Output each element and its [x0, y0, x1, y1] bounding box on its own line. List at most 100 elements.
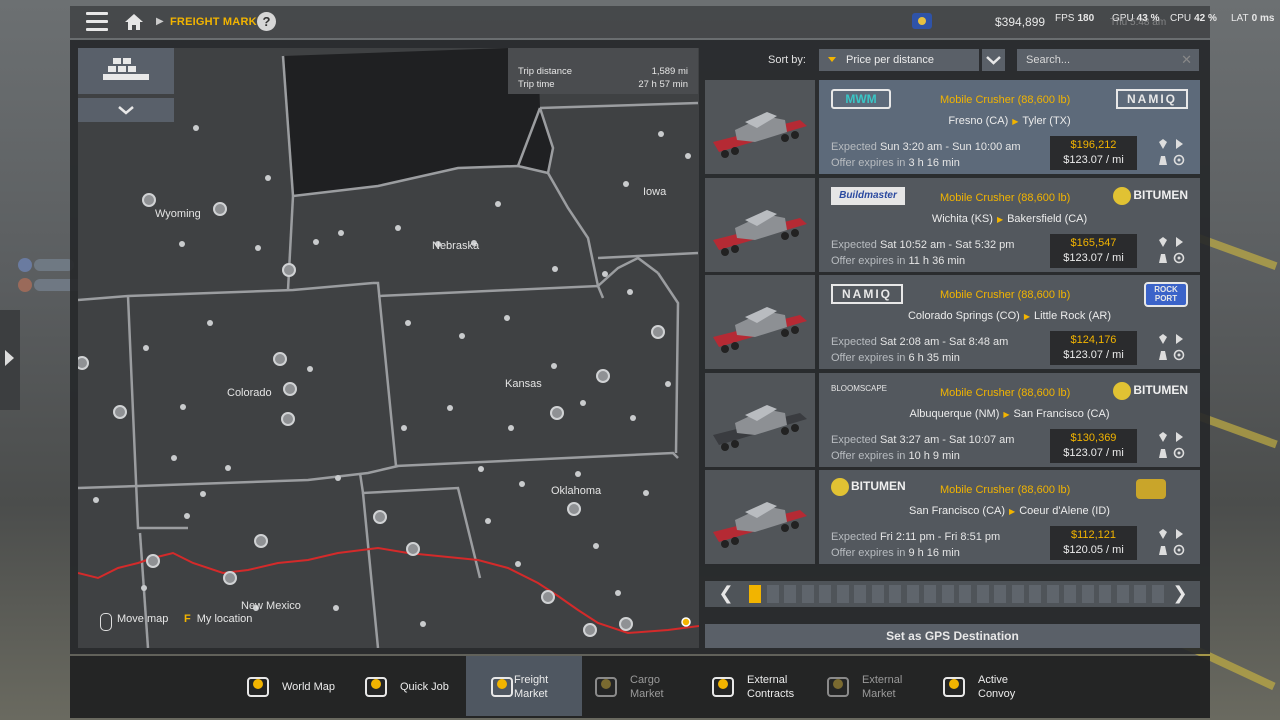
logo-text: BITUMEN — [1133, 188, 1188, 203]
page-indicator[interactable] — [889, 585, 901, 603]
offer-expiry-label: Offer expires in — [831, 352, 906, 364]
cpu-label: CPU — [1170, 13, 1192, 24]
route-label: Fresno (CA) ▶ Tyler (TX) — [819, 115, 1200, 127]
expected-value: Sun 3:20 am - Sun 10:00 am — [879, 141, 1021, 153]
page-indicator[interactable] — [994, 585, 1006, 603]
route-label: Colorado Springs (CO) ▶ Little Rock (AR) — [819, 310, 1200, 322]
avatar — [18, 258, 32, 272]
job-offer[interactable]: MWM Mobile Crusher (88,600 lb) NAMIQ Fre… — [705, 80, 1200, 174]
weight-icon — [1159, 254, 1167, 263]
page-indicator[interactable] — [801, 585, 814, 603]
page-indicator[interactable] — [1081, 585, 1094, 603]
route-label: San Francisco (CA) ▶ Coeur d'Alene (ID) — [819, 505, 1200, 517]
help-icon[interactable]: ? — [257, 12, 276, 31]
page-indicator[interactable] — [959, 585, 971, 603]
sort-dropdown[interactable]: Price per distance — [819, 49, 979, 71]
expected-value: Sat 10:52 am - Sat 5:32 pm — [879, 239, 1015, 251]
logo-text: NAMIQ — [1116, 89, 1188, 109]
chevron-right-icon: ▶ — [156, 16, 164, 27]
price-per-mile: $123.07 / mi — [1063, 252, 1124, 264]
bitumen-logo-icon — [1113, 187, 1132, 205]
price: $130,369 — [1070, 432, 1117, 444]
lat-stat: LAT 0 ms — [1231, 13, 1274, 24]
cargo-market-icon — [595, 677, 617, 697]
job-offer[interactable]: NAMIQ Mobile Crusher (88,600 lb) ROCK PO… — [705, 275, 1200, 369]
state-label: Nebraska — [432, 240, 480, 252]
home-icon[interactable] — [124, 12, 144, 32]
clear-search-icon[interactable]: ✕ — [1181, 52, 1192, 68]
destination-city: Coeur d'Alene (ID) — [1019, 505, 1110, 517]
job-offer[interactable]: Buildmaster Mobile Crusher (88,600 lb) B… — [705, 178, 1200, 272]
logo-text: NAMIQ — [831, 284, 903, 304]
cargo-thumbnail — [705, 178, 815, 272]
logo-text: BLOOMSCAPE — [831, 384, 888, 393]
side-panel-toggle[interactable] — [0, 310, 20, 410]
job-offer[interactable]: BITUMEN Mobile Crusher (88,600 lb) San F… — [705, 470, 1200, 564]
prev-page-button[interactable]: ❮ — [713, 584, 739, 604]
page-indicator[interactable] — [1151, 585, 1164, 603]
page-indicator[interactable] — [836, 585, 849, 603]
nav-cargo-market[interactable]: Cargo Market — [588, 656, 698, 716]
expected-label: Expected — [831, 531, 877, 543]
state-label: Colorado — [227, 387, 272, 399]
price-box: $165,547 $123.07 / mi — [1050, 234, 1137, 268]
page-indicator[interactable] — [1099, 585, 1111, 603]
expected-value: Fri 2:11 pm - Fri 8:51 pm — [879, 531, 1001, 543]
nav-external-market[interactable]: External Market — [820, 656, 930, 716]
sort-direction-icon — [828, 57, 836, 62]
nav-freight-market[interactable]: Freight Market — [466, 656, 582, 716]
nav-quick-job[interactable]: Quick Job — [358, 656, 458, 716]
next-page-button[interactable]: ❯ — [1167, 584, 1193, 604]
cpu-stat: CPU 42 % — [1170, 13, 1217, 24]
game-clock: Thu 5:48 am — [1110, 17, 1167, 28]
page-indicator[interactable] — [749, 585, 761, 603]
job-offer[interactable]: BLOOMSCAPE Mobile Crusher (88,600 lb) BI… — [705, 373, 1200, 467]
set-gps-destination-button[interactable]: Set as GPS Destination — [705, 624, 1200, 648]
page-indicator[interactable] — [1134, 585, 1146, 603]
page-indicator[interactable] — [1029, 585, 1041, 603]
origin-city: Albuquerque (NM) — [909, 408, 1000, 420]
breadcrumb[interactable]: FREIGHT MARKET — [170, 16, 271, 28]
map-canvas — [78, 48, 699, 648]
page-indicator[interactable] — [1116, 585, 1129, 603]
destination-city: San Francisco (CA) — [1013, 408, 1110, 420]
page-indicator[interactable] — [854, 585, 866, 603]
search-input[interactable] — [1017, 49, 1176, 71]
map-view[interactable]: Wyoming Nebraska Iowa Colorado Kansas Ok… — [78, 48, 699, 648]
page-indicator[interactable] — [819, 585, 831, 603]
sort-value: Price per distance — [846, 54, 935, 66]
page-indicator[interactable] — [766, 585, 779, 603]
price-box: $112,121 $120.05 / mi — [1050, 526, 1137, 560]
cargo-label: Mobile Crusher (88,600 lb) — [940, 289, 1071, 301]
page-indicator[interactable] — [941, 585, 954, 603]
cargo-thumbnail — [705, 275, 815, 369]
trailer-icon — [1173, 252, 1185, 264]
my-location-button[interactable]: F My location — [184, 613, 252, 625]
page-indicator[interactable] — [871, 585, 884, 603]
avatar — [18, 278, 32, 292]
nav-external-contracts[interactable]: External Contracts — [705, 656, 817, 716]
offer-expiry: Offer expires in 11 h 36 min — [831, 255, 965, 267]
map-expand-button[interactable] — [78, 98, 174, 122]
trailer-icon — [1173, 349, 1185, 361]
page-indicator[interactable] — [906, 585, 919, 603]
diamond-icon — [1159, 237, 1167, 247]
nav-world-map[interactable]: World Map — [240, 656, 350, 716]
page-indicator[interactable] — [976, 585, 989, 603]
price-per-mile: $123.07 / mi — [1063, 447, 1124, 459]
page-indicator[interactable] — [1011, 585, 1024, 603]
search-field[interactable]: ✕ — [1017, 49, 1199, 71]
page-indicator[interactable] — [924, 585, 936, 603]
page-indicator[interactable] — [1046, 585, 1059, 603]
nav-active-convoy[interactable]: Active Convoy — [936, 656, 1036, 716]
cargo-label: Mobile Crusher (88,600 lb) — [940, 192, 1071, 204]
page-indicator[interactable] — [784, 585, 796, 603]
price: $112,121 — [1070, 529, 1117, 541]
sort-dropdown-toggle[interactable] — [982, 49, 1005, 71]
page-indicator[interactable] — [1064, 585, 1076, 603]
map-layers-button[interactable] — [78, 48, 174, 94]
trip-time-label: Trip time — [518, 79, 555, 90]
menu-icon[interactable] — [86, 12, 108, 32]
price-box: $124,176 $123.07 / mi — [1050, 331, 1137, 365]
chevron-right-icon — [5, 350, 14, 366]
